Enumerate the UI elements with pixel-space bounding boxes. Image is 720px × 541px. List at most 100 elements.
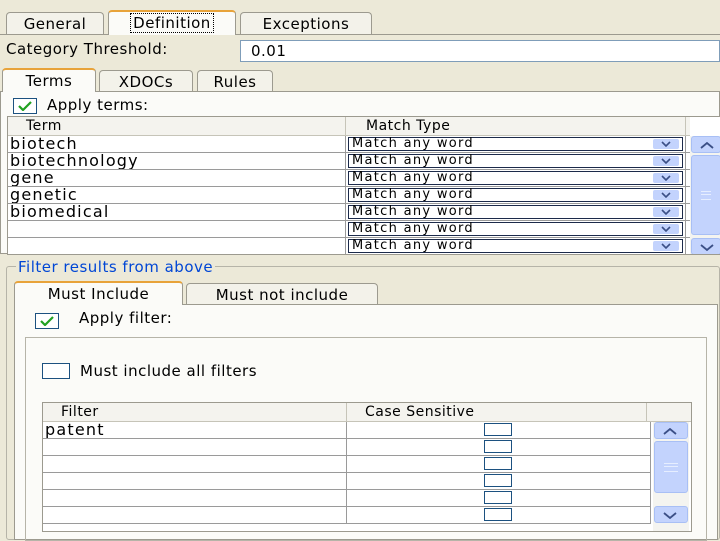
tab-terms[interactable]: Terms [2,68,96,92]
scroll-down-button[interactable] [691,238,720,254]
table-row[interactable] [43,490,651,507]
table-row[interactable]: biotechnology Match any word [8,153,690,170]
filter-group-legend: Filter results from above [16,258,216,276]
tab-must-include[interactable]: Must Include [14,281,183,305]
term-cell[interactable]: gene [8,170,346,186]
must-include-all-label: Must include all filters [80,362,258,380]
tab-rules[interactable]: Rules [197,70,273,91]
term-cell[interactable]: biomedical [8,204,346,220]
apply-filter-label: Apply filter: [79,309,173,327]
scroll-thumb[interactable] [691,155,720,235]
case-sensitive-checkbox[interactable] [484,440,512,453]
filter-cell[interactable] [43,507,347,523]
chevron-down-icon[interactable] [653,156,679,166]
term-cell[interactable] [8,238,346,254]
must-include-panel: Apply filter: Must include all filters F… [14,304,718,541]
match-type-select[interactable]: Match any word [348,205,683,219]
chevron-down-icon[interactable] [653,241,679,251]
check-icon [40,316,54,326]
match-type-cell: Match any word [346,170,686,186]
filter-cell[interactable] [43,473,347,489]
term-cell[interactable]: genetic [8,187,346,203]
filter-table: Filter Case Sensitive patent [42,402,692,532]
tab-exceptions[interactable]: Exceptions [240,12,372,34]
term-cell[interactable]: biotech [8,136,346,152]
match-type-select[interactable]: Match any word [348,137,683,151]
case-sensitive-checkbox[interactable] [484,508,512,521]
scroll-thumb[interactable] [654,441,688,493]
filter-table-header: Filter Case Sensitive [43,403,691,422]
column-header-term[interactable]: Term [8,117,346,135]
term-cell[interactable] [8,221,346,237]
chevron-down-icon[interactable] [653,173,679,183]
column-header-case-sensitive[interactable]: Case Sensitive [347,403,647,421]
filter-cell[interactable] [43,490,347,506]
threshold-input[interactable]: 0.01 [240,40,720,62]
filter-cell[interactable] [43,439,347,455]
apply-filter-checkbox[interactable] [35,313,59,329]
match-type-cell: Match any word [346,238,686,254]
tab-general[interactable]: General [6,12,104,34]
tab-xdocs[interactable]: XDOCs [99,70,193,91]
table-row[interactable] [43,507,651,524]
term-cell[interactable]: biotechnology [8,153,346,169]
match-type-select[interactable]: Match any word [348,188,683,202]
match-type-cell: Match any word [346,221,686,237]
terms-scrollbar[interactable] [690,136,720,254]
filter-inner-frame: Must include all filters Filter Case Sen… [25,337,707,541]
chevron-down-icon[interactable] [653,224,679,234]
case-sensitive-cell [347,456,651,472]
case-sensitive-checkbox[interactable] [484,491,512,504]
chevron-down-icon [700,244,714,251]
table-row[interactable]: biotech Match any word [8,136,690,153]
filter-cell[interactable] [43,456,347,472]
filter-scrollbar[interactable] [653,422,689,531]
table-row[interactable]: gene Match any word [8,170,690,187]
chevron-down-icon[interactable] [653,139,679,149]
tab-definition[interactable]: Definition [108,10,236,35]
grip-icon [701,191,711,200]
terms-panel: Apply terms: Term Match Type biotech Mat… [0,91,720,255]
case-sensitive-cell [347,490,651,506]
chevron-down-icon[interactable] [653,207,679,217]
table-row[interactable]: patent [43,422,651,439]
case-sensitive-checkbox[interactable] [484,474,512,487]
case-sensitive-cell [347,439,651,455]
scroll-up-button[interactable] [654,422,688,439]
apply-terms-checkbox[interactable] [13,98,37,114]
must-include-all-checkbox[interactable] [42,363,70,379]
scroll-down-button[interactable] [654,506,688,523]
scroll-up-button[interactable] [691,136,720,153]
match-type-cell: Match any word [346,187,686,203]
match-type-select[interactable]: Match any word [348,222,683,236]
table-row[interactable] [43,456,651,473]
match-type-select[interactable]: Match any word [348,171,683,185]
match-type-cell: Match any word [346,153,686,169]
chevron-up-icon [663,428,677,435]
chevron-down-icon[interactable] [653,190,679,200]
column-header-filter[interactable]: Filter [43,403,347,421]
filter-cell[interactable]: patent [43,422,347,438]
table-row[interactable]: genetic Match any word [8,187,690,204]
chevron-down-icon [663,512,677,519]
check-icon [18,101,32,111]
match-type-select[interactable]: Match any word [348,239,683,253]
case-sensitive-cell [347,507,651,523]
table-row[interactable]: Match any word [8,238,690,254]
match-type-select[interactable]: Match any word [348,154,683,168]
table-row[interactable] [43,439,651,456]
tab-must-not-include[interactable]: Must not include [186,283,378,304]
case-sensitive-cell [347,422,651,438]
threshold-label: Category Threshold: [6,40,168,58]
table-row[interactable]: Match any word [8,221,690,238]
case-sensitive-cell [347,473,651,489]
table-row[interactable] [43,473,651,490]
case-sensitive-checkbox[interactable] [484,457,512,470]
table-row[interactable]: biomedical Match any word [8,204,690,221]
match-type-cell: Match any word [346,204,686,220]
column-header-match-type[interactable]: Match Type [346,117,686,135]
case-sensitive-checkbox[interactable] [484,423,512,436]
chevron-up-icon [700,142,714,149]
terms-table: Term Match Type biotech Match any word b… [7,116,720,255]
apply-terms-label: Apply terms: [47,96,149,114]
